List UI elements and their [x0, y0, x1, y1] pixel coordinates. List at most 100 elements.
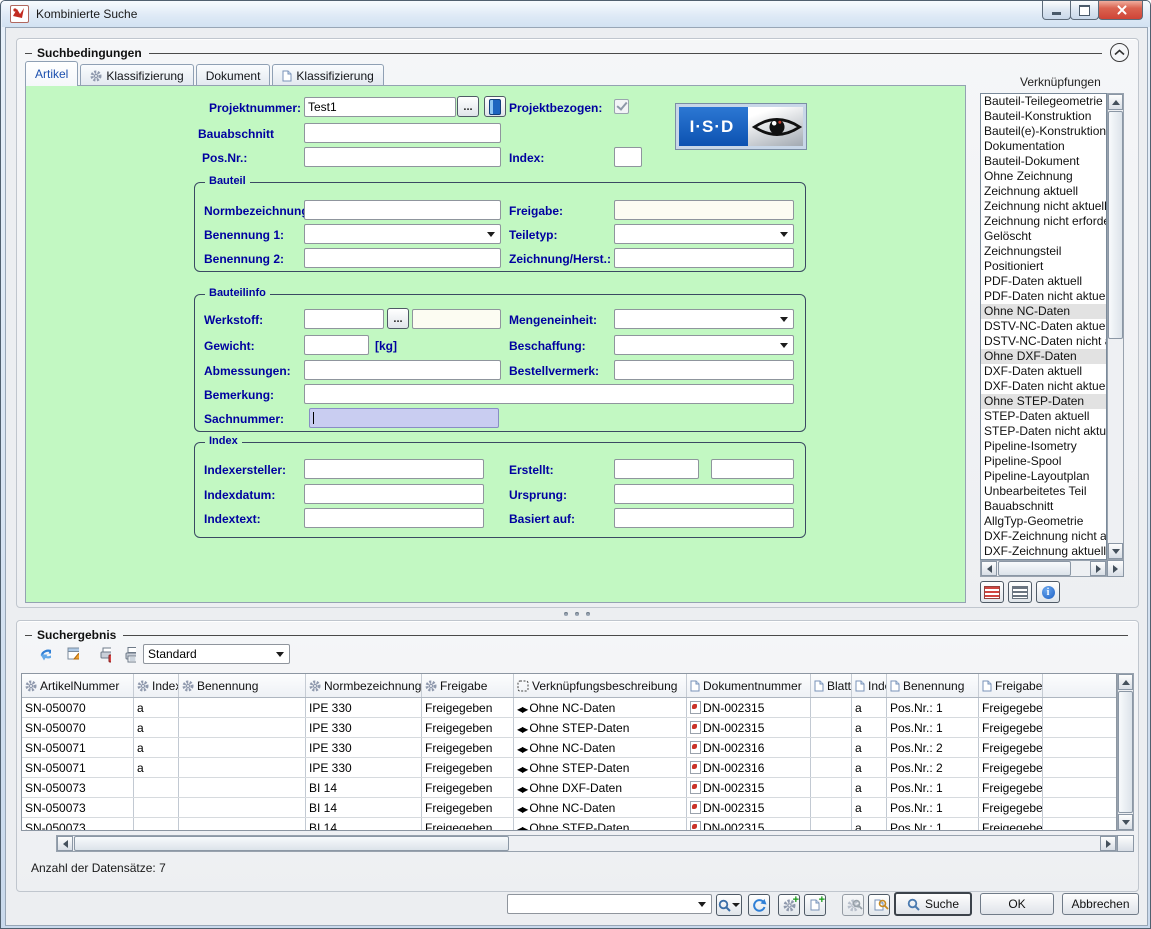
result-list-view-button[interactable] [1008, 581, 1032, 603]
tab[interactable]: Klassifizierung [80, 64, 193, 86]
export-results-button[interactable] [61, 643, 85, 665]
verknuepfung-item[interactable]: PDF-Daten nicht aktuell [981, 289, 1106, 304]
table-row[interactable]: SN-050070 a IPE 330 Freigegeben Ohne NC-… [22, 698, 1116, 718]
article-search-button[interactable] [842, 894, 864, 916]
beschaffung-combobox[interactable] [614, 335, 794, 355]
scroll-thumb[interactable] [1108, 111, 1123, 339]
scroll-right-button[interactable] [1090, 561, 1106, 576]
benennung2-input[interactable] [304, 248, 501, 268]
table-row[interactable]: SN-050073 BI 14 Freigegeben Ohne NC-Date… [22, 798, 1116, 818]
verknuepfung-item[interactable]: Pipeline-Layoutplan [981, 469, 1106, 484]
scroll-left-button[interactable] [981, 561, 997, 576]
column-header[interactable]: Freigabe [422, 674, 514, 697]
verknuepfung-item[interactable]: DXF-Daten nicht aktuell [981, 379, 1106, 394]
table-horizontal-scrollbar[interactable] [56, 835, 1117, 852]
reload-search-button[interactable] [748, 894, 770, 916]
document-search-button[interactable] [868, 894, 890, 916]
verknuepfung-item[interactable]: Bauteil-Dokument [981, 154, 1106, 169]
normbezeichnung-input[interactable] [304, 200, 501, 220]
verknuepfung-item[interactable]: DXF-Zeichnung nicht aktuell [981, 529, 1106, 544]
column-header[interactable]: Dokumentnummer [687, 674, 811, 697]
zeichnung-herst-input[interactable] [614, 248, 794, 268]
verknuepfungen-listbox[interactable]: Bauteil-Teilegeometrie Bauteil-Konstrukt… [980, 93, 1107, 560]
verknuepfung-item[interactable]: STEP-Daten nicht aktuell [981, 424, 1106, 439]
verknuepfung-item[interactable]: Ohne DXF-Daten [981, 349, 1106, 364]
print-settings-button[interactable] [93, 643, 117, 665]
scroll-down-button[interactable] [1118, 814, 1133, 830]
indexersteller-input[interactable] [304, 459, 484, 479]
bauabschnitt-input[interactable] [304, 123, 501, 143]
scroll-corner-button[interactable] [1107, 560, 1124, 577]
verknuepfung-item[interactable]: DXF-Daten aktuell [981, 364, 1106, 379]
scroll-thumb[interactable] [74, 836, 509, 851]
verknuepfung-item[interactable]: DSTV-NC-Daten nicht aktuell [981, 334, 1106, 349]
werkstoff-browse-button[interactable]: ... [387, 308, 409, 329]
scroll-thumb[interactable] [998, 561, 1071, 576]
close-button[interactable] [1098, 1, 1143, 20]
werkstoff-input[interactable] [304, 309, 384, 329]
verknuepfung-item[interactable]: Ohne STEP-Daten [981, 394, 1106, 409]
basiert-auf-input[interactable] [614, 508, 794, 528]
list-vertical-scrollbar[interactable] [1107, 93, 1124, 560]
sachnummer-input[interactable] [309, 408, 499, 428]
projektnummer-browse-button[interactable]: ... [457, 96, 479, 117]
bemerkung-input[interactable] [304, 384, 794, 404]
verknuepfung-item[interactable]: PDF-Daten aktuell [981, 274, 1106, 289]
tab[interactable]: Klassifizierung [272, 64, 383, 86]
erstellt-datum-input[interactable] [614, 459, 699, 479]
table-row[interactable]: SN-050073 BI 14 Freigegeben Ohne DXF-Dat… [22, 778, 1116, 798]
verknuepfung-item[interactable]: Bauabschnitt [981, 499, 1106, 514]
projektbezogen-checkbox[interactable] [614, 99, 629, 114]
verknuepfung-item[interactable]: DSTV-NC-Daten aktuell [981, 319, 1106, 334]
table-row[interactable]: SN-050070 a IPE 330 Freigegeben Ohne STE… [22, 718, 1116, 738]
verknuepfung-item[interactable]: DXF-Zeichnung aktuell [981, 544, 1106, 559]
refresh-results-button[interactable] [33, 643, 57, 665]
table-row[interactable]: SN-050073 BI 14 Freigegeben Ohne STEP-Da… [22, 818, 1116, 831]
projektnummer-input[interactable] [304, 97, 456, 117]
tab[interactable]: Artikel [25, 61, 78, 86]
column-header[interactable]: Verknüpfungsbeschreibung [514, 674, 687, 697]
column-header[interactable]: Normbezeichnung [306, 674, 422, 697]
save-search-menu-button[interactable] [716, 894, 742, 916]
result-grid-view-button[interactable] [980, 581, 1004, 603]
column-header[interactable]: Benennung [887, 674, 979, 697]
new-article-button[interactable] [778, 894, 800, 916]
column-header[interactable]: ArtikelNummer [22, 674, 134, 697]
table-vertical-scrollbar[interactable] [1117, 673, 1134, 831]
erstellt-zeit-input[interactable] [711, 459, 794, 479]
project-catalog-button[interactable] [484, 96, 506, 117]
posnr-input[interactable] [304, 147, 501, 167]
verknuepfung-item[interactable]: Bauteil-Konstruktion [981, 109, 1106, 124]
column-header[interactable]: Benennung [179, 674, 306, 697]
verknuepfung-item[interactable]: Zeichnung aktuell [981, 184, 1106, 199]
column-header[interactable]: Index [134, 674, 179, 697]
verknuepfung-item[interactable]: Zeichnung nicht aktuell [981, 199, 1106, 214]
column-header[interactable]: Index [852, 674, 887, 697]
ursprung-input[interactable] [614, 484, 794, 504]
indextext-input[interactable] [304, 508, 484, 528]
verknuepfung-item[interactable]: Pipeline-Isometry [981, 439, 1106, 454]
verknuepfung-item[interactable]: Gelöscht [981, 229, 1106, 244]
collapse-section-button[interactable] [1110, 43, 1129, 62]
verknuepfung-item[interactable]: Zeichnungsteil [981, 244, 1106, 259]
maximize-button[interactable] [1070, 1, 1099, 20]
scroll-down-button[interactable] [1108, 543, 1123, 559]
scroll-up-button[interactable] [1108, 94, 1123, 110]
verknuepfung-item[interactable]: Bauteil-Teilegeometrie [981, 94, 1106, 109]
mengeneinheit-combobox[interactable] [614, 309, 794, 329]
indexdatum-input[interactable] [304, 484, 484, 504]
table-row[interactable]: SN-050071 a IPE 330 Freigegeben Ohne STE… [22, 758, 1116, 778]
bestellvermerk-input[interactable] [614, 360, 794, 380]
abmessungen-input[interactable] [304, 360, 501, 380]
print-list-button[interactable] [118, 643, 142, 665]
gewicht-input[interactable] [304, 335, 369, 355]
verknuepfung-item[interactable]: Bauteil(e)-Konstruktion [981, 124, 1106, 139]
scroll-left-button[interactable] [57, 836, 73, 851]
new-document-button[interactable] [804, 894, 826, 916]
column-header[interactable]: Freigabe [979, 674, 1043, 697]
ok-button[interactable]: OK [980, 893, 1054, 915]
column-header[interactable]: Blatt [811, 674, 852, 697]
verknuepfung-item[interactable]: Dokumentation [981, 139, 1106, 154]
verknuepfung-item[interactable]: Positioniert [981, 259, 1106, 274]
teiletyp-combobox[interactable] [614, 224, 794, 244]
